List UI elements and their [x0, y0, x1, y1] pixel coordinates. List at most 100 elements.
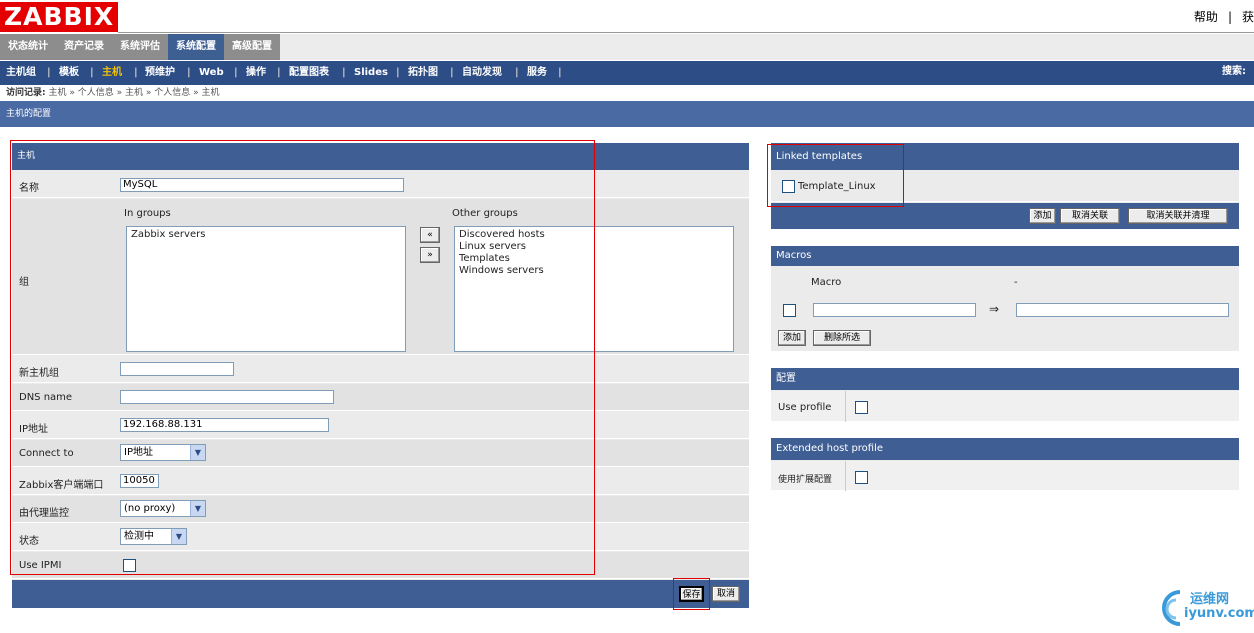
move-right-button[interactable]: »	[420, 247, 440, 263]
list-item[interactable]: Windows servers	[459, 265, 729, 277]
save-button[interactable]: 保存	[679, 586, 704, 602]
connect-value: IP地址	[124, 447, 153, 458]
cancel-button[interactable]: 取消	[712, 586, 740, 602]
chevron-down-icon[interactable]: ▼	[171, 529, 186, 544]
remove-macro-button[interactable]: 删除所选	[813, 330, 871, 346]
status-select[interactable]: 检测中 ▼	[120, 528, 187, 545]
add-macro-button[interactable]: 添加	[778, 330, 806, 346]
breadcrumb-label: 访问记录:	[6, 88, 46, 98]
zabbix-logo[interactable]: ZABBIX	[0, 2, 118, 32]
extended-profile-panel: Extended host profile 使用扩展配置	[771, 438, 1239, 491]
nav-hostgroups[interactable]: 主机组	[6, 61, 36, 85]
host-action-bar: 保存 取消	[12, 580, 749, 608]
help-link[interactable]: 帮助	[1194, 10, 1218, 24]
nav-maintenance[interactable]: 预维护	[145, 61, 175, 85]
new-group-input[interactable]	[120, 362, 234, 376]
in-groups-list[interactable]: Zabbix servers	[126, 226, 406, 352]
add-template-button[interactable]: 添加	[1029, 208, 1056, 224]
row-proxy: 由代理监控 (no proxy) ▼	[12, 496, 749, 523]
nav-hosts[interactable]: 主机	[102, 61, 122, 85]
move-left-button[interactable]: «	[420, 227, 440, 243]
nav-maps[interactable]: 拓扑图	[408, 61, 438, 85]
dns-label: DNS name	[19, 392, 73, 403]
unlink-clear-button[interactable]: 取消关联并清理	[1128, 208, 1228, 224]
watermark: 运维网 iyunv.com	[1150, 584, 1254, 630]
ipmi-checkbox[interactable]	[123, 559, 136, 572]
arrow-icon: ⇒	[989, 302, 1000, 316]
nav-slides[interactable]: Slides	[354, 61, 388, 85]
proxy-select[interactable]: (no proxy) ▼	[120, 500, 206, 517]
row-groups: 组 In groups Other groups Zabbix servers …	[12, 199, 749, 355]
chevron-down-icon[interactable]: ▼	[190, 501, 205, 516]
port-input[interactable]: 10050	[120, 474, 159, 488]
nav-actions[interactable]: 操作	[246, 61, 266, 85]
tab-configuration[interactable]: 系统配置	[168, 34, 224, 60]
list-item[interactable]: Discovered hosts	[459, 229, 729, 241]
template-row: Template_Linux	[771, 171, 1239, 202]
nav-sep: |	[90, 67, 94, 78]
connect-select[interactable]: IP地址 ▼	[120, 444, 206, 461]
in-groups-label: In groups	[124, 208, 171, 219]
nav-web[interactable]: Web	[199, 61, 224, 85]
row-status: 状态 检测中 ▼	[12, 524, 749, 551]
list-item[interactable]: Zabbix servers	[131, 229, 401, 241]
dns-input[interactable]	[120, 390, 334, 404]
nav-sep: |	[396, 67, 400, 78]
nav-sep: |	[277, 67, 281, 78]
nav-templates[interactable]: 模板	[59, 61, 79, 85]
use-ext-row: 使用扩展配置	[771, 461, 1239, 491]
nav-sep: |	[234, 67, 238, 78]
sub-nav: 主机组 | 模板 | 主机 | 预维护 | Web | 操作 | 配置图表 | Slides |…	[0, 61, 1254, 85]
use-ext-label: 使用扩展配置	[778, 475, 833, 485]
divider	[845, 461, 846, 491]
breadcrumb-item[interactable]: 主机	[201, 88, 219, 98]
divider: |	[1227, 10, 1232, 24]
top-links: 帮助 | 获	[1184, 8, 1254, 25]
other-groups-list[interactable]: Discovered hosts Linux servers Templates…	[454, 226, 734, 352]
name-label: 名称	[19, 183, 39, 194]
nav-discovery[interactable]: 自动发现	[462, 61, 502, 85]
header-divider	[118, 32, 1254, 33]
breadcrumb-item[interactable]: 个人信息	[78, 88, 114, 98]
macro-value-input[interactable]	[1016, 303, 1229, 317]
use-profile-row: Use profile	[771, 391, 1239, 422]
watermark-line1: 运维网	[1190, 592, 1230, 607]
list-item[interactable]: Templates	[459, 253, 729, 265]
host-panel: 主机 名称 MySQL 组 In groups Other groups Zab…	[12, 143, 749, 608]
tab-reports[interactable]: 系统评估	[112, 34, 168, 60]
nav-sep: |	[450, 67, 454, 78]
main-tabs: 状态统计 资产记录 系统评估 系统配置 高级配置	[0, 34, 1254, 60]
template-checkbox[interactable]	[782, 180, 795, 193]
breadcrumb-item[interactable]: 主机	[48, 88, 66, 98]
nav-services[interactable]: 服务	[527, 61, 547, 85]
macro-checkbox[interactable]	[783, 304, 796, 317]
tab-administration[interactable]: 高级配置	[224, 34, 280, 60]
nav-sep: |	[515, 67, 519, 78]
tab-inventory[interactable]: 资产记录	[56, 34, 112, 60]
breadcrumb-item[interactable]: 个人信息	[154, 88, 190, 98]
page-title: 主机的配置	[0, 101, 1254, 127]
macro-input[interactable]	[813, 303, 976, 317]
status-value: 检测中	[124, 531, 154, 542]
nav-sep: |	[558, 67, 562, 78]
tab-monitoring[interactable]: 状态统计	[0, 34, 56, 60]
top-link-extra[interactable]: 获	[1242, 10, 1254, 24]
use-ext-checkbox[interactable]	[855, 471, 868, 484]
row-connect: Connect to IP地址 ▼	[12, 440, 749, 467]
breadcrumb-item[interactable]: 主机	[125, 88, 143, 98]
status-label: 状态	[19, 536, 39, 547]
profile-title: 配置	[771, 368, 1239, 390]
name-input[interactable]: MySQL	[120, 178, 404, 192]
unlink-button[interactable]: 取消关联	[1060, 208, 1120, 224]
extended-profile-title: Extended host profile	[771, 438, 1239, 460]
watermark-line2: iyunv.com	[1184, 606, 1254, 621]
use-profile-checkbox[interactable]	[855, 401, 868, 414]
nav-graphs[interactable]: 配置图表	[289, 61, 329, 85]
ipmi-label: Use IPMI	[19, 560, 62, 571]
ip-input[interactable]: 192.168.88.131	[120, 418, 329, 432]
list-item[interactable]: Linux servers	[459, 241, 729, 253]
chevron-down-icon[interactable]: ▼	[190, 445, 205, 460]
ip-label: IP地址	[19, 424, 48, 435]
connect-label: Connect to	[19, 448, 74, 459]
row-dns: DNS name	[12, 384, 749, 411]
